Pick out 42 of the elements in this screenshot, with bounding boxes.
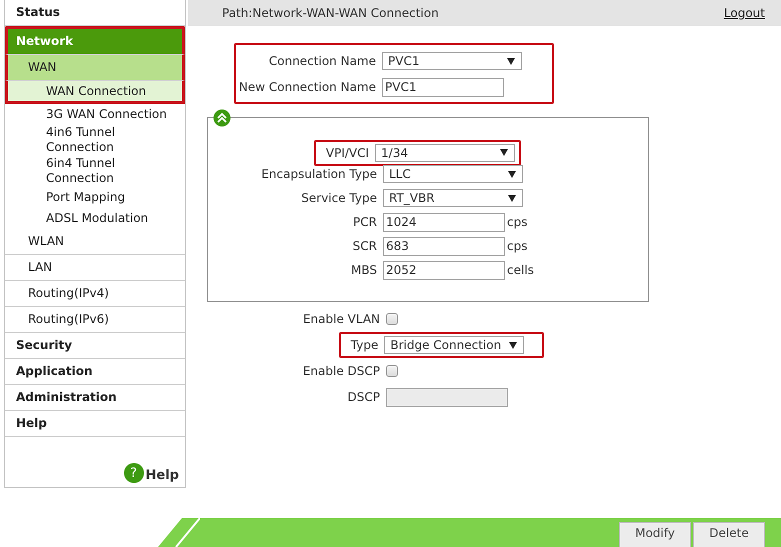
input-field[interactable]: 2052 [383,260,505,280]
unit-label: cps [507,215,528,229]
checkbox[interactable] [386,365,398,377]
help-link[interactable]: ? Help [124,463,179,483]
input-field[interactable]: 1024 [383,212,505,232]
dropdown[interactable]: LLC [383,165,523,183]
field-label: Type [350,338,380,352]
dropdown[interactable]: RT_VBR [383,189,523,207]
dropdown[interactable]: Bridge Connection [384,336,524,354]
caret-icon [500,149,508,156]
field-label: Service Type [300,191,378,205]
caret-icon [508,194,516,202]
breadcrumb-path: Path:Network-WAN-WAN Connection [222,6,439,20]
input-field[interactable]: 683 [383,236,505,256]
caret-icon [509,342,518,348]
logout-link[interactable]: Logout [724,6,765,20]
field-label: New Connection Name [238,80,377,94]
unit-label: cells [507,263,534,277]
field-label: SCR [352,239,378,253]
sidebar-item[interactable]: WAN Connection [5,81,185,104]
caret-icon [508,170,516,178]
action-button[interactable]: Delete [693,522,765,547]
input-field[interactable]: PVC1 [382,78,504,96]
field-label: Enable DSCP [302,364,381,378]
help-label: Help [146,468,179,483]
sidebar-item[interactable]: Network [5,26,185,55]
checkbox[interactable] [386,313,398,325]
field-label: PCR [352,215,378,229]
sidebar-item[interactable]: WAN [5,55,185,81]
caret-icon [507,58,515,64]
field-label: Encapsulation Type [260,167,378,181]
field-label: Enable VLAN [302,312,381,326]
help-icon: ? [124,463,144,483]
field-label: MBS [350,263,378,277]
unit-label: cps [507,239,528,253]
dropdown[interactable]: PVC1 [382,52,522,70]
field-label: VPI/VCI [324,146,370,160]
field-label: DSCP [346,390,381,404]
collapse-icon[interactable] [213,109,231,127]
dropdown[interactable]: 1/34 [375,144,516,162]
action-button[interactable]: Modify [619,522,691,547]
field-label: Connection Name [268,54,377,68]
